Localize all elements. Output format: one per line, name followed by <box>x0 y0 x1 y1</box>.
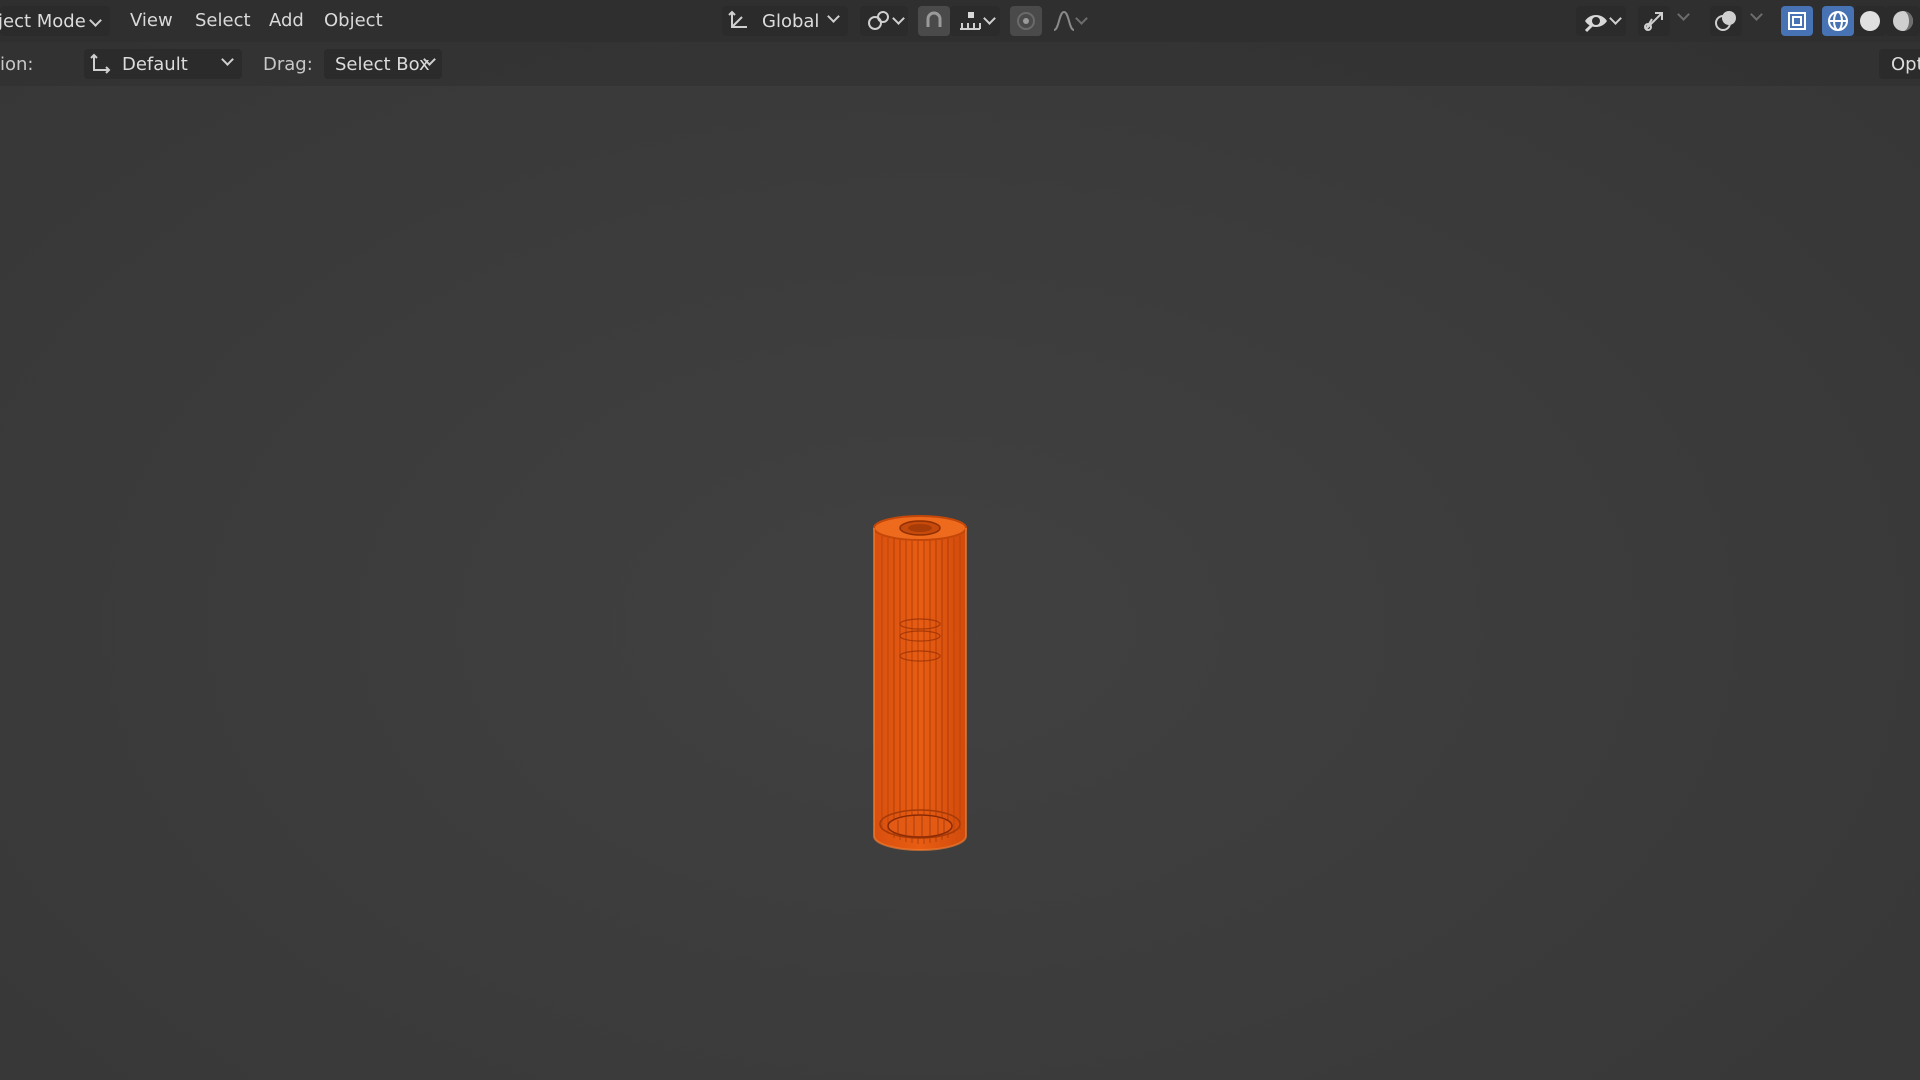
transform-orientation-icon <box>722 6 754 36</box>
proportional-edit-toggle[interactable] <box>1010 6 1042 36</box>
proportional-edit-icon <box>1015 10 1037 32</box>
drag-dropdown[interactable]: Select Box <box>324 49 442 79</box>
drag-label: Drag: <box>263 54 313 75</box>
chevron-down-icon[interactable] <box>1750 8 1763 21</box>
menu-view[interactable]: View <box>130 10 173 31</box>
visibility-dropdown[interactable] <box>1576 6 1626 36</box>
transform-orientation-label: Global <box>762 10 820 32</box>
chevron-down-icon <box>1074 12 1088 25</box>
orientation-value: Default <box>122 53 188 75</box>
transform-orientation-icon <box>84 49 116 79</box>
drag-value: Select Box <box>335 53 430 75</box>
chevron-down-icon[interactable] <box>1677 8 1690 21</box>
object-mode-dropdown[interactable]: ject Mode <box>0 6 110 36</box>
menu-select[interactable]: Select <box>195 10 251 31</box>
solid-shading-button[interactable] <box>1854 6 1886 36</box>
snap-target-dropdown[interactable] <box>950 6 1000 36</box>
xray-icon <box>1786 10 1808 32</box>
gizmo-icon <box>1642 9 1666 33</box>
orientation-dropdown[interactable]: Default <box>84 49 242 79</box>
snap-increment-icon <box>957 9 983 33</box>
material-preview-button[interactable] <box>1886 6 1920 36</box>
falloff-curve-icon <box>1051 9 1077 33</box>
wireframe-shading-icon <box>1826 9 1850 33</box>
chevron-down-icon <box>89 14 102 27</box>
xray-toggle[interactable] <box>1781 6 1813 36</box>
overlay-toggle[interactable] <box>1710 6 1742 36</box>
snap-magnet-icon <box>922 9 946 33</box>
solid-shading-icon <box>1858 9 1882 33</box>
chevron-down-icon <box>221 53 234 66</box>
orientation-label: ion: <box>0 54 34 75</box>
pivot-point-icon <box>866 9 892 33</box>
overlay-icon <box>1714 9 1738 33</box>
chevron-down-icon <box>982 12 996 25</box>
menu-object[interactable]: Object <box>324 10 383 31</box>
transform-orientation-dropdown[interactable]: Global <box>722 6 848 36</box>
3d-viewport[interactable]: ject Mode View Select Add Object Global <box>0 0 1920 1080</box>
chevron-down-icon <box>827 10 840 23</box>
viewport-header: ject Mode View Select Add Object Global <box>0 0 1920 42</box>
wireframe-shading-button[interactable] <box>1822 6 1854 36</box>
selected-cylinder-object[interactable] <box>868 508 972 856</box>
pivot-point-dropdown[interactable] <box>860 6 908 36</box>
options-label: Opt <box>1891 53 1920 75</box>
cylinder-wireframe <box>873 515 967 851</box>
options-dropdown[interactable]: Opt <box>1879 49 1920 79</box>
falloff-dropdown[interactable] <box>1044 6 1092 36</box>
object-mode-label: ject Mode <box>0 10 86 32</box>
snap-toggle[interactable] <box>918 6 950 36</box>
chevron-down-icon <box>1608 12 1622 25</box>
eye-visibility-icon <box>1583 9 1609 33</box>
material-preview-icon <box>1891 9 1915 33</box>
gizmo-toggle[interactable] <box>1638 6 1670 36</box>
menu-add[interactable]: Add <box>269 10 304 31</box>
chevron-down-icon <box>891 12 905 25</box>
tool-settings-bar: ion: Default Drag: Select Box Opt <box>0 42 1920 86</box>
